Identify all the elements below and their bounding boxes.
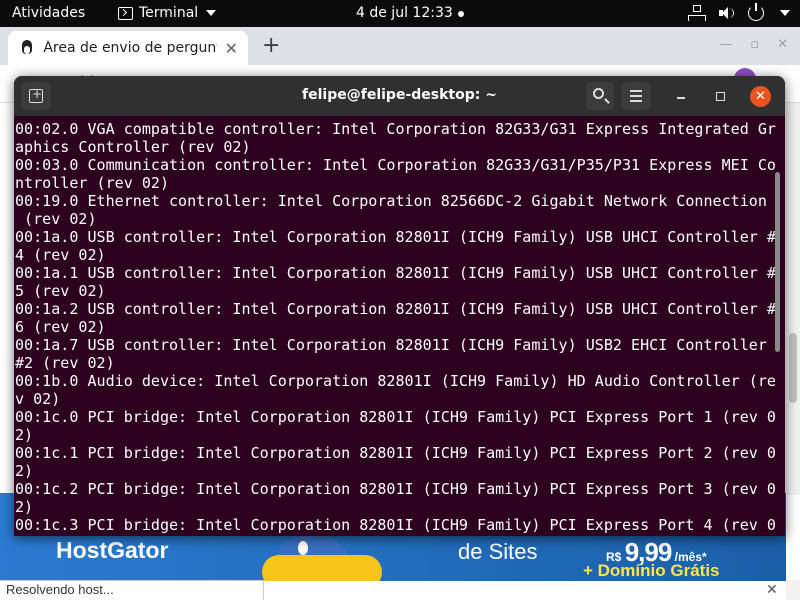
terminal-line: 5 (rev 02) [15,282,106,300]
browser-window-controls: — ▫ ✕ [719,37,788,52]
terminal-line: 00:1a.1 USB controller: Intel Corporatio… [15,264,776,282]
terminal-line: aphics Controller (rev 02) [15,138,251,156]
terminal-line: (rev 02) [15,210,97,228]
terminal-line: 00:19.0 Ethernet controller: Intel Corpo… [15,192,767,210]
hamburger-icon [630,90,642,92]
tab-title: Área de envio de perguntas [43,40,217,56]
browser-status-bar: Resolvendo host... [0,580,264,600]
system-menu-caret-icon[interactable] [780,10,790,16]
caret-down-icon [206,10,217,16]
terminal-maximize-button[interactable] [712,88,728,104]
app-menu[interactable]: Terminal [118,5,217,21]
penguin-favicon-icon [18,39,35,57]
search-icon [593,88,604,99]
terminal-line: 00:1c.1 PCI bridge: Intel Corporation 82… [15,444,776,462]
terminal-line: v 02) [15,390,61,408]
terminal-line: 2) [15,498,34,516]
terminal-line: 00:1a.0 USB controller: Intel Corporatio… [15,228,776,246]
terminal-header-bar[interactable]: felipe@felipe-desktop: ~ ✕ [14,76,785,116]
terminal-close-button[interactable]: ✕ [750,86,771,107]
ad-close-icon[interactable]: ✕ [766,582,778,598]
browser-tab-bar: Área de envio de perguntas ✕ + — ▫ ✕ [0,27,800,65]
notification-dot-icon [458,11,464,17]
gnome-top-bar: Atividades Terminal 4 de jul 12:33 [0,0,800,27]
browser-tab[interactable]: Área de envio de perguntas ✕ [8,31,248,65]
terminal-search-button[interactable] [586,82,614,110]
scrollbar-thumb[interactable] [789,333,797,403]
page-scrollbar[interactable] [786,103,800,495]
activities-button[interactable]: Atividades [12,5,85,21]
terminal-line: 00:1c.0 PCI bridge: Intel Corporation 82… [15,408,776,426]
app-menu-label: Terminal [139,5,199,21]
clock[interactable]: 4 de jul 12:33 [356,5,453,21]
ad-domain-text: + Domínio Grátis [583,561,720,580]
terminal-text: 00:02.0 VGA compatible controller: Intel… [15,120,776,534]
terminal-window[interactable]: felipe@felipe-desktop: ~ ✕ 00:02.0 VGA c… [14,76,785,536]
network-icon[interactable] [688,5,706,21]
terminal-line: 2) [15,462,34,480]
terminal-line: 00:1a.7 USB controller: Intel Corporatio… [15,336,767,354]
terminal-line: 4 (rev 02) [15,246,106,264]
terminal-line: #2 (rev 02) [15,354,115,372]
terminal-line: 00:1a.2 USB controller: Intel Corporatio… [15,300,776,318]
terminal-menu-button[interactable] [622,82,650,110]
terminal-line: 6 (rev 02) [15,318,106,336]
scrollbar-corner [786,580,800,600]
terminal-line: 00:02.0 VGA compatible controller: Intel… [15,120,776,138]
terminal-output[interactable]: 00:02.0 VGA compatible controller: Intel… [14,120,785,536]
terminal-line: 00:1c.2 PCI bridge: Intel Corporation 82… [15,480,776,498]
terminal-icon [118,6,133,20]
system-tray[interactable] [688,3,790,21]
volume-icon[interactable] [718,5,734,21]
terminal-line: 00:03.0 Communication controller: Intel … [15,156,776,174]
terminal-title: felipe@felipe-desktop: ~ [302,87,497,103]
terminal-line: ntroller (rev 02) [15,174,170,192]
browser-minimize-button[interactable]: — [719,37,732,52]
terminal-line: 00:1c.3 PCI bridge: Intel Corporation 82… [15,516,776,534]
power-icon[interactable] [748,3,764,21]
terminal-scrollbar[interactable] [775,172,780,352]
terminal-line: 00:1b.0 Audio device: Intel Corporation … [15,372,776,390]
terminal-line: 2) [15,426,34,444]
ad-logo: HostGator [56,537,169,563]
ad-sites-text: de Sites [458,539,538,564]
browser-maximize-button[interactable]: ▫ [750,37,759,52]
browser-close-button[interactable]: ✕ [777,37,788,52]
new-tab-button[interactable]: + [262,33,280,58]
terminal-minimize-button[interactable] [674,88,690,104]
tab-close-icon[interactable]: ✕ [225,39,238,58]
